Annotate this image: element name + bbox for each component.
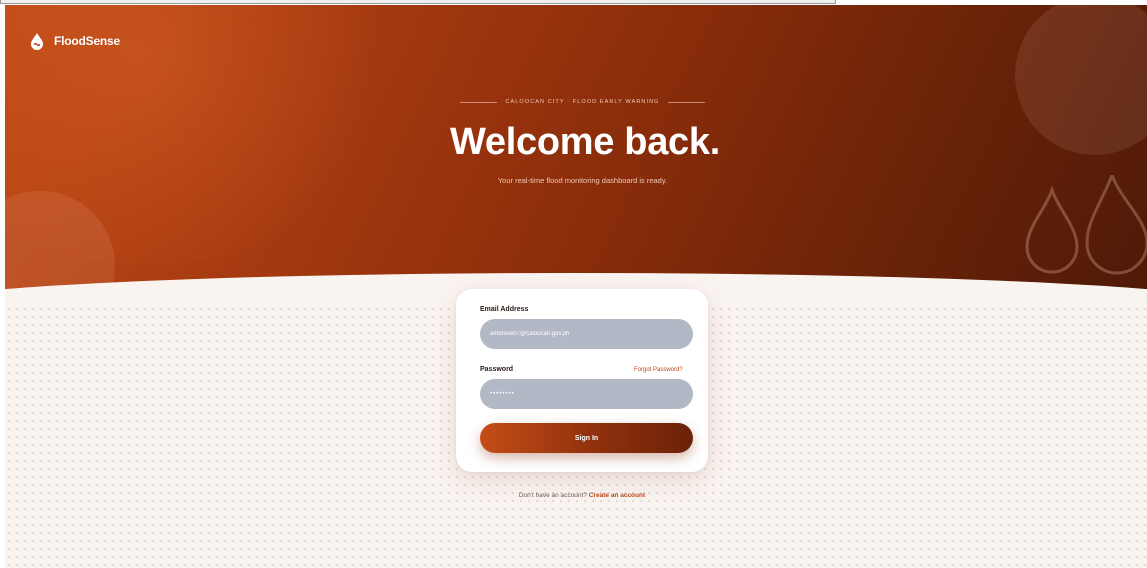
forgot-password-link[interactable]: Forgot Password? — [634, 367, 683, 373]
sign-in-button[interactable]: Sign In — [480, 423, 693, 453]
signup-row: Don't have an account? Create an account — [456, 492, 708, 499]
brand-name: FloodSense — [54, 34, 121, 48]
browser-strip — [0, 0, 836, 4]
app-frame: FloodSense CALOOCAN CITY · FLOOD EARLY W… — [5, 5, 1147, 568]
eyebrow-divider-left — [460, 101, 498, 103]
create-account-link[interactable]: Create an account — [589, 492, 645, 499]
hero-banner: FloodSense CALOOCAN CITY · FLOOD EARLY W… — [5, 5, 1147, 305]
email-input[interactable] — [480, 319, 693, 349]
login-card: Email Address Password Forgot Password? … — [456, 289, 708, 472]
eyebrow-text: CALOOCAN CITY · FLOOD EARLY WARNING — [505, 99, 660, 105]
password-input[interactable] — [480, 379, 693, 409]
eyebrow-row: CALOOCAN CITY · FLOOD EARLY WARNING — [460, 99, 705, 105]
decorative-circle-right — [1015, 5, 1147, 155]
email-label: Email Address — [480, 306, 529, 313]
eyebrow-divider-right — [667, 101, 705, 103]
brand[interactable]: FloodSense — [29, 32, 120, 50]
signup-prompt: Don't have an account? — [518, 492, 587, 499]
password-label: Password — [480, 366, 514, 373]
page-subtitle: Your real-time flood monitoring dashboar… — [497, 176, 668, 185]
login-page: FloodSense CALOOCAN CITY · FLOOD EARLY W… — [0, 0, 1147, 568]
page-title: Welcome back. — [450, 121, 720, 163]
flood-drop-logo-icon — [31, 33, 43, 50]
